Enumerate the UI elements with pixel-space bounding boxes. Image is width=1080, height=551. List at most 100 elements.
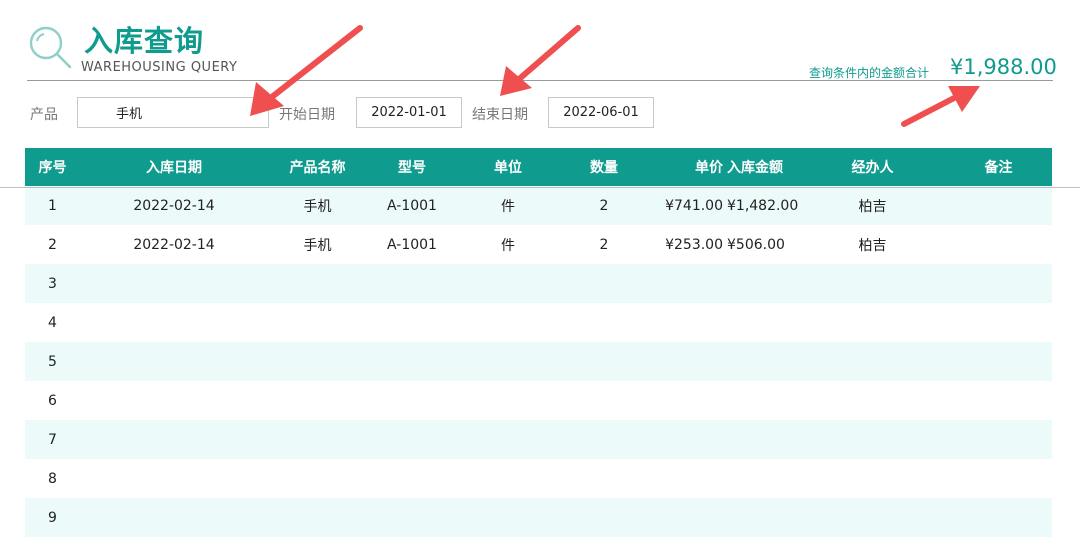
col-header-price[interactable]: 单价 <box>649 148 725 186</box>
cell-product <box>268 498 367 537</box>
cell-quantity <box>559 264 649 303</box>
cell-amount <box>725 303 800 342</box>
cell-amount <box>725 264 800 303</box>
cell-index: 8 <box>48 470 57 487</box>
product-filter-label: 产品 <box>30 107 58 123</box>
table-row[interactable]: 4 <box>25 303 1052 342</box>
cell-handler <box>800 303 945 342</box>
cell-unit: 件 <box>501 237 515 254</box>
cell-remark <box>945 420 1052 459</box>
cell-quantity <box>559 303 649 342</box>
cell-product: 手机 <box>303 198 332 215</box>
table-row[interactable]: 9 <box>25 498 1052 537</box>
table-row[interactable]: 6 <box>25 381 1052 420</box>
cell-remark <box>945 303 1052 342</box>
cell-quantity <box>559 381 649 420</box>
cell-index: 2 <box>48 236 57 253</box>
cell-price <box>649 498 725 537</box>
cell-unit <box>457 420 559 459</box>
red-arrow-icon <box>500 25 581 96</box>
cell-quantity: 2 <box>599 236 609 253</box>
col-header-index[interactable]: 序号 <box>25 148 80 186</box>
cell-model <box>367 303 457 342</box>
cell-date <box>80 498 268 537</box>
cell-product <box>268 303 367 342</box>
cell-price: ¥741.00 <box>665 197 723 214</box>
page-subtitle: WAREHOUSING QUERY <box>81 60 238 75</box>
cell-date: 2022-02-14 <box>133 197 215 214</box>
col-header-handler[interactable]: 经办人 <box>800 148 945 186</box>
col-header-model[interactable]: 型号 <box>367 148 457 186</box>
cell-remark <box>945 381 1052 420</box>
cell-product: 手机 <box>303 237 332 254</box>
results-table: 序号 入库日期 产品名称 型号 单位 数量 单价 入库金额 经办人 备注 1 20… <box>25 148 1052 537</box>
cell-product <box>268 264 367 303</box>
cell-remark <box>945 264 1052 303</box>
cell-model: A-1001 <box>387 197 437 214</box>
cell-date <box>80 459 268 498</box>
cell-remark <box>945 186 1052 225</box>
end-date-value: 2022-06-01 <box>563 105 639 120</box>
cell-handler <box>800 342 945 381</box>
header-bottom-line <box>0 187 1080 188</box>
end-date-input[interactable]: 2022-06-01 <box>548 97 654 128</box>
cell-remark <box>945 342 1052 381</box>
cell-quantity <box>559 459 649 498</box>
table-row[interactable]: 5 <box>25 342 1052 381</box>
cell-price <box>649 342 725 381</box>
start-date-input[interactable]: 2022-01-01 <box>356 97 462 128</box>
red-arrow-icon <box>901 86 980 127</box>
cell-index: 9 <box>48 509 57 526</box>
cell-price <box>649 420 725 459</box>
cell-index: 3 <box>48 275 57 292</box>
table-row[interactable]: 2 2022-02-14 手机 A-1001 件 2 ¥253.00 ¥506.00 柏吉 <box>25 225 1052 264</box>
page-title: 入库查询 <box>84 24 205 58</box>
cell-amount: ¥506.00 <box>727 236 785 253</box>
table-row[interactable]: 8 <box>25 459 1052 498</box>
cell-amount <box>725 459 800 498</box>
cell-model <box>367 381 457 420</box>
cell-index: 5 <box>48 353 57 370</box>
cell-price: ¥253.00 <box>665 236 723 253</box>
cell-remark <box>945 498 1052 537</box>
red-arrow-icon <box>250 25 363 116</box>
cell-date <box>80 420 268 459</box>
table-row[interactable]: 1 2022-02-14 手机 A-1001 件 2 ¥741.00 ¥1,482.00 柏吉 <box>25 186 1052 225</box>
cell-quantity <box>559 342 649 381</box>
table-header: 序号 入库日期 产品名称 型号 单位 数量 单价 入库金额 经办人 备注 <box>25 148 1052 186</box>
table-row[interactable]: 3 <box>25 264 1052 303</box>
cell-quantity: 2 <box>599 197 609 214</box>
cell-model <box>367 342 457 381</box>
col-header-quantity[interactable]: 数量 <box>559 148 649 186</box>
cell-amount: ¥1,482.00 <box>727 197 799 214</box>
cell-remark <box>945 225 1052 264</box>
table-row[interactable]: 7 <box>25 420 1052 459</box>
cell-remark <box>945 459 1052 498</box>
cell-model <box>367 264 457 303</box>
cell-handler <box>800 498 945 537</box>
cell-unit <box>457 303 559 342</box>
col-header-date[interactable]: 入库日期 <box>80 148 268 186</box>
cell-date: 2022-02-14 <box>133 236 215 253</box>
col-header-unit[interactable]: 单位 <box>457 148 559 186</box>
cell-product <box>268 342 367 381</box>
cell-unit <box>457 342 559 381</box>
cell-model <box>367 498 457 537</box>
cell-handler <box>800 381 945 420</box>
cell-date <box>80 342 268 381</box>
cell-unit <box>457 498 559 537</box>
cell-price <box>649 381 725 420</box>
col-header-amount[interactable]: 入库金额 <box>725 148 800 186</box>
end-date-label: 结束日期 <box>472 107 528 123</box>
col-header-product[interactable]: 产品名称 <box>268 148 367 186</box>
cell-model <box>367 420 457 459</box>
start-date-value: 2022-01-01 <box>371 105 447 120</box>
col-header-remark[interactable]: 备注 <box>945 148 1052 186</box>
cell-quantity <box>559 420 649 459</box>
cell-quantity <box>559 498 649 537</box>
cell-handler <box>800 264 945 303</box>
cell-amount <box>725 381 800 420</box>
cell-price <box>649 459 725 498</box>
cell-index: 6 <box>48 392 57 409</box>
cell-date <box>80 303 268 342</box>
